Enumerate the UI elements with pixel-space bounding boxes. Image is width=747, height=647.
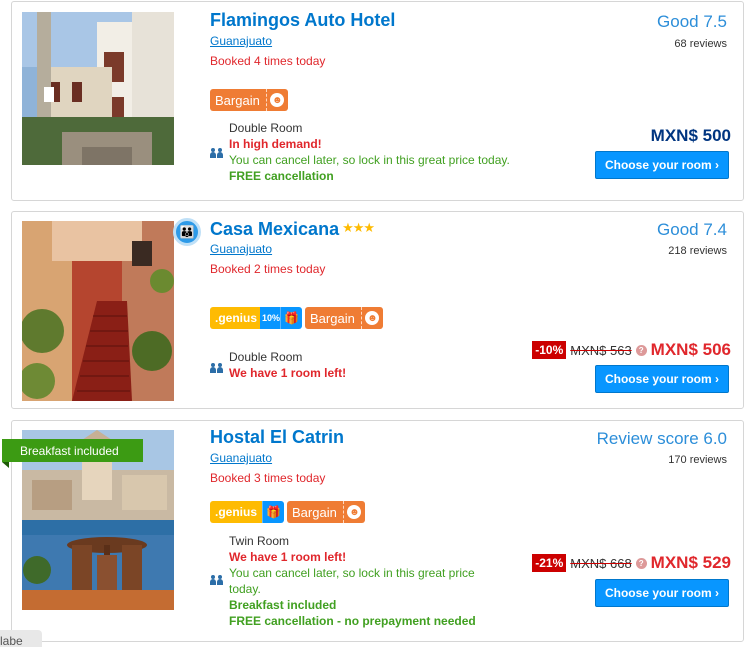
free-cancellation: FREE cancellation - no prepayment needed (229, 614, 476, 628)
price-block: MXN$ 500 (651, 126, 731, 146)
occupancy-icon (210, 148, 224, 158)
review-score[interactable]: Review score 6.0 (597, 429, 727, 449)
genius-badge: .genius 10% 🎁 (210, 307, 303, 329)
bargain-icon: ☻ (360, 307, 383, 329)
price: MXN$ 500 (650, 126, 731, 145)
deal-badges: .genius 🎁 Bargain ☻ (210, 501, 365, 523)
bargain-label: Bargain (292, 504, 337, 520)
choose-room-button[interactable]: Choose your room › (595, 151, 729, 179)
bottom-label-tab[interactable]: labe (0, 630, 42, 647)
city-link[interactable]: Guanajuato (210, 242, 272, 256)
rooms-left-notice: We have 1 room left! (229, 550, 347, 564)
city-link[interactable]: Guanajuato (210, 34, 272, 48)
bargain-label: Bargain (310, 310, 355, 326)
review-count[interactable]: 170 reviews (668, 454, 727, 466)
discount-badge: -21% (532, 554, 567, 572)
bargain-icon: ☻ (342, 501, 365, 523)
booked-count: Booked 2 times today (210, 262, 326, 276)
price-info-icon[interactable]: ? (635, 344, 647, 356)
breakfast-notice: Breakfast included (229, 598, 337, 612)
genius-label: .genius (210, 501, 263, 523)
gift-icon: 🎁 (280, 307, 303, 329)
hotel-name-link[interactable]: Hostal El Catrin (210, 427, 344, 448)
choose-room-button[interactable]: Choose your room › (595, 365, 729, 393)
hotel-name[interactable]: Flamingos Auto Hotel (210, 10, 395, 30)
price: MXN$ 506 (650, 340, 731, 359)
gift-icon: 🎁 (262, 501, 285, 523)
review-score[interactable]: Good 7.5 (657, 12, 727, 32)
rooms-left-notice: We have 1 room left! (229, 366, 347, 380)
hotel-card-flamingos: Flamingos Auto Hotel Guanajuato Booked 4… (11, 1, 744, 201)
hotel-name[interactable]: Casa Mexicana (210, 219, 339, 239)
room-type: Twin Room (229, 534, 290, 548)
room-type: Double Room (229, 121, 303, 135)
review-score[interactable]: Good 7.4 (657, 220, 727, 240)
review-count[interactable]: 218 reviews (668, 245, 727, 257)
genius-discount: 10% (260, 307, 283, 329)
city-link[interactable]: Guanajuato (210, 451, 272, 465)
star-rating-icon: ★★★ (342, 220, 375, 235)
choose-room-button[interactable]: Choose your room › (595, 579, 729, 607)
booked-count: Booked 4 times today (210, 54, 326, 68)
deal-badges: Bargain ☻ (210, 89, 288, 111)
genius-label: .genius (210, 307, 263, 329)
hotel-name-link[interactable]: Flamingos Auto Hotel (210, 10, 395, 31)
free-cancellation: FREE cancellation (229, 169, 334, 183)
room-info: Double Room We have 1 room left! (229, 349, 519, 381)
room-info: Double Room In high demand! You can canc… (229, 120, 519, 184)
bargain-icon: ☻ (265, 89, 288, 111)
hotel-card-casa-mexicana: Casa Mexicana ★★★ Guanajuato Booked 2 tim… (11, 211, 744, 409)
occupancy-icon (210, 575, 224, 585)
bargain-label: Bargain (215, 92, 260, 108)
bargain-badge: Bargain ☻ (287, 501, 365, 523)
ribbon-fold (2, 462, 9, 468)
price: MXN$ 529 (650, 553, 731, 572)
genius-pin-icon: 👪 (173, 218, 201, 246)
room-info: Twin Room We have 1 room left! You can c… (229, 533, 519, 629)
review-count[interactable]: 68 reviews (674, 38, 727, 50)
discount-badge: -10% (532, 341, 567, 359)
booked-count: Booked 3 times today (210, 471, 326, 485)
cancel-notice: You can cancel later, so lock in this gr… (229, 566, 475, 596)
hotel-name-link[interactable]: Casa Mexicana ★★★ (210, 219, 375, 240)
bargain-badge: Bargain ☻ (305, 307, 383, 329)
price-block: -10% MXN$ 563 ? MXN$ 506 (532, 340, 731, 360)
price-info-icon[interactable]: ? (635, 557, 647, 569)
deal-badges: .genius 10% 🎁 Bargain ☻ (210, 307, 383, 329)
breakfast-ribbon: Breakfast included (2, 439, 143, 462)
genius-badge: .genius 🎁 (210, 501, 285, 523)
room-type: Double Room (229, 350, 303, 364)
hotel-name[interactable]: Hostal El Catrin (210, 427, 344, 447)
hotel-photo[interactable] (22, 221, 174, 401)
occupancy-icon (210, 363, 224, 373)
cancel-notice: You can cancel later, so lock in this gr… (229, 153, 510, 167)
original-price: MXN$ 563 (570, 342, 632, 358)
original-price: MXN$ 668 (570, 555, 632, 571)
demand-notice: In high demand! (229, 137, 322, 151)
price-block: -21% MXN$ 668 ? MXN$ 529 (532, 553, 731, 573)
hotel-photo[interactable] (22, 12, 174, 165)
bargain-badge: Bargain ☻ (210, 89, 288, 111)
